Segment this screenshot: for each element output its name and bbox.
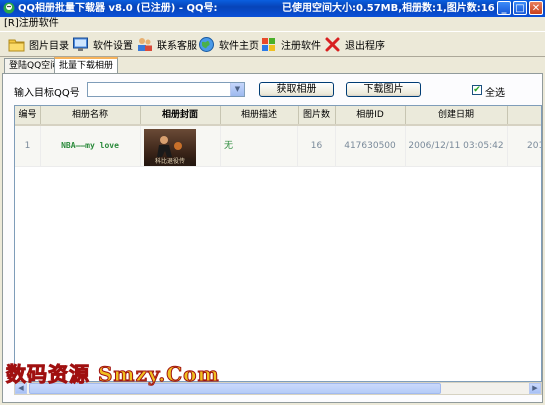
register-label: 注册软件 — [281, 40, 321, 52]
exit-label: 退出程序 — [345, 40, 385, 52]
contact-support-label: 联系客服 — [157, 40, 197, 52]
album-table: 编号 相册名称 相册封面 相册描述 图片数 相册ID 创建日期 1 NBA——m… — [14, 105, 542, 382]
settings-label: 软件设置 — [93, 40, 133, 52]
column-header[interactable]: 相册ID — [335, 106, 406, 124]
table-header: 编号 相册名称 相册封面 相册描述 图片数 相册ID 创建日期 — [15, 106, 541, 126]
minimize-button[interactable]: _ — [497, 1, 511, 15]
cell-album-name: NBA——my love — [40, 126, 141, 166]
site-watermark: 数码资源 Smzy.Com — [6, 362, 220, 387]
cell-extra: 2012 — [507, 126, 541, 166]
column-header[interactable]: 相册封面 — [140, 106, 221, 124]
cell-created-date: 2006/12/11 03:05:42 — [405, 126, 508, 166]
cover-caption: 科比退役传 — [150, 158, 190, 166]
download-images-button[interactable]: 下载图片 — [346, 82, 421, 97]
contact-support-button[interactable]: 联系客服 — [136, 34, 197, 54]
close-button[interactable]: ✕ — [529, 1, 543, 15]
column-header[interactable]: 相册描述 — [220, 106, 299, 124]
homepage-label: 软件主页 — [219, 40, 259, 52]
app-icon — [3, 2, 15, 14]
qq-number-combobox[interactable]: ▼ — [87, 82, 245, 97]
album-cover-thumbnail[interactable]: 科比退役传 — [144, 129, 196, 166]
column-header[interactable]: 创建日期 — [405, 106, 508, 124]
folder-icon — [8, 39, 25, 51]
column-header[interactable]: 编号 — [15, 106, 41, 124]
cell-description: 无 — [220, 126, 298, 166]
menu-bar: [R]注册软件 — [0, 17, 545, 31]
homepage-button[interactable]: 软件主页 — [198, 34, 259, 54]
photo-folder-label: 图片目录 — [29, 40, 69, 52]
title-bar: QQ相册批量下载器 v8.0 (已注册) - QQ号: 已使用空间大小:0.57… — [0, 0, 545, 17]
cell-num: 1 — [15, 126, 41, 166]
red-x-icon — [325, 37, 340, 51]
cell-cover: 科比退役传 — [140, 126, 221, 166]
windows-logo-icon — [262, 37, 275, 51]
maximize-button[interactable]: □ — [513, 1, 527, 15]
tab-strip: 登陆QQ空间 批量下载相册 — [0, 57, 545, 75]
register-button[interactable]: 注册软件 — [260, 34, 321, 54]
chevron-down-icon[interactable]: ▼ — [230, 83, 244, 96]
status-text: 已使用空间大小:0.57MB,相册数:1,图片数:16 — [282, 3, 495, 14]
photo-folder-button[interactable]: 图片目录 — [8, 34, 69, 54]
tab-batch-download-label: 批量下载相册 — [59, 61, 114, 71]
column-header[interactable] — [507, 106, 541, 124]
qq-number-label: 输入目标QQ号 — [14, 88, 80, 99]
people-icon — [138, 37, 152, 51]
select-all-checkbox[interactable]: ✔ — [472, 85, 482, 95]
settings-monitor-icon — [73, 37, 88, 51]
column-header[interactable]: 相册名称 — [40, 106, 141, 124]
select-all-label: 全选 — [485, 88, 505, 99]
globe-icon — [199, 36, 214, 52]
menu-register[interactable]: [R]注册软件 — [4, 17, 59, 31]
toolbar: 图片目录 软件设置 联系客服 软件主页 注册软件 退出程序 — [0, 31, 545, 57]
table-row[interactable]: 1 NBA——my love 科比退役传 无 16 417630500 2006… — [15, 126, 541, 167]
scroll-right-icon[interactable]: ▶ — [529, 383, 541, 394]
settings-button[interactable]: 软件设置 — [72, 34, 133, 54]
cell-album-id: 417630500 — [335, 126, 406, 166]
column-header[interactable]: 图片数 — [298, 106, 336, 124]
cell-image-count: 16 — [298, 126, 336, 166]
get-albums-button[interactable]: 获取相册 — [259, 82, 334, 97]
exit-button[interactable]: 退出程序 — [324, 34, 385, 54]
window-title: QQ相册批量下载器 v8.0 (已注册) - QQ号: — [18, 3, 218, 14]
